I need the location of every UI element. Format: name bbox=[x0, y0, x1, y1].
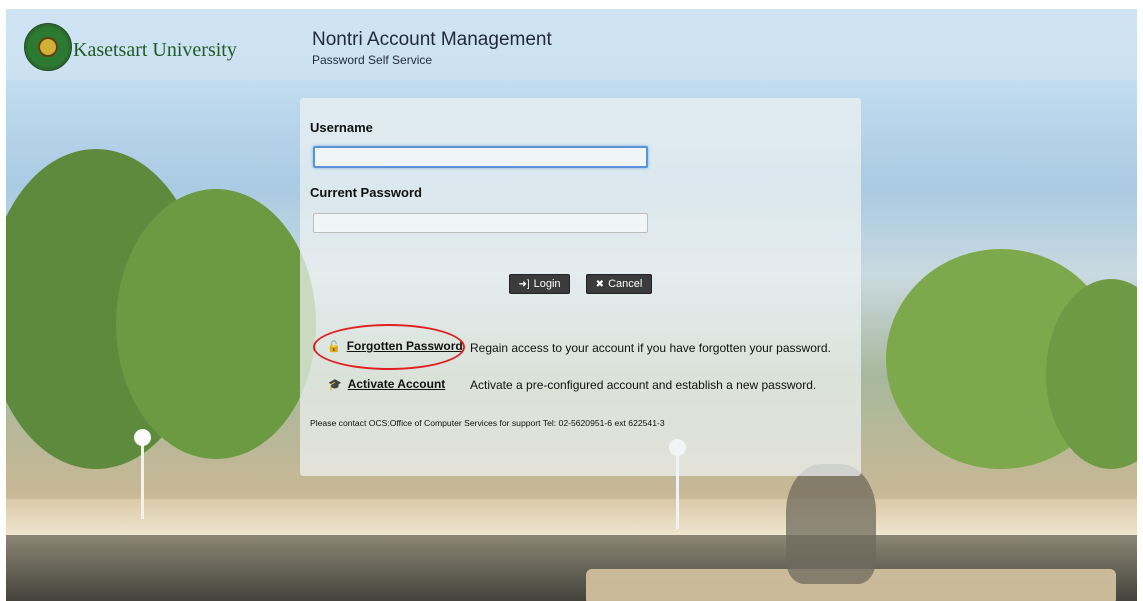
current-password-input[interactable] bbox=[313, 213, 648, 233]
sign-in-icon: ➜] bbox=[518, 278, 530, 290]
close-icon: ✖ bbox=[595, 278, 605, 290]
login-panel: Username Current Password ➜] Login ✖ Can… bbox=[300, 98, 861, 476]
login-button-label: Login bbox=[533, 278, 561, 290]
highlight-annotation bbox=[313, 324, 465, 370]
ground bbox=[6, 499, 1137, 535]
activate-account-description: Activate a pre-configured account and es… bbox=[470, 378, 817, 392]
cancel-button-label: Cancel bbox=[608, 278, 643, 290]
login-button[interactable]: ➜] Login bbox=[509, 274, 570, 294]
lamp-post bbox=[134, 429, 151, 519]
support-contact-text: Please contact OCS:Office of Computer Se… bbox=[310, 418, 665, 428]
current-password-label: Current Password bbox=[310, 185, 422, 200]
university-name: Kasetsart University bbox=[73, 39, 237, 61]
app-subtitle: Password Self Service bbox=[312, 53, 433, 67]
username-label: Username bbox=[310, 120, 373, 135]
dragon-statue bbox=[786, 464, 876, 584]
activate-account-label[interactable]: Activate Account bbox=[348, 377, 446, 391]
app-title: Nontri Account Management bbox=[312, 29, 552, 50]
activate-account-link[interactable]: 🎓 Activate Account bbox=[328, 377, 445, 391]
cancel-button[interactable]: ✖ Cancel bbox=[586, 274, 652, 294]
header-bar: Kasetsart University Nontri Account Mana… bbox=[6, 9, 1137, 80]
university-seal-icon bbox=[24, 23, 72, 71]
username-input[interactable] bbox=[313, 146, 648, 168]
tree-left-2 bbox=[116, 189, 316, 459]
graduation-cap-icon: 🎓 bbox=[328, 378, 342, 391]
forgotten-password-description: Regain access to your account if you hav… bbox=[470, 341, 831, 355]
